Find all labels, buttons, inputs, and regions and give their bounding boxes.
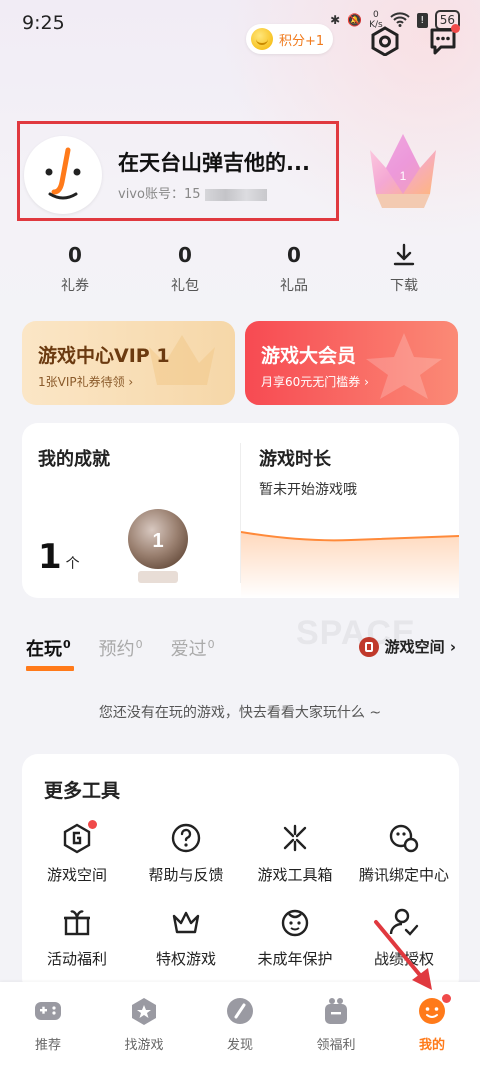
- nav-find-games[interactable]: 找游戏: [104, 996, 184, 1053]
- tencent-binding-icon: [388, 822, 420, 854]
- toolbox-icon: [279, 822, 311, 854]
- svg-text:1: 1: [400, 169, 407, 183]
- playtime-title[interactable]: 游戏时长: [259, 445, 331, 471]
- nav-welfare[interactable]: 领福利: [296, 996, 376, 1053]
- stat-gift-packs[interactable]: 0 礼包: [150, 243, 220, 295]
- annotation-arrow: [374, 920, 432, 990]
- playtime-subtitle: 暂未开始游戏哦: [259, 482, 357, 498]
- tab-playing[interactable]: 在玩0: [26, 635, 74, 671]
- stat-coupons[interactable]: 0 礼券: [40, 243, 110, 295]
- welfare-icon: [321, 996, 351, 1026]
- empty-state-text: 您还没有在玩的游戏，快去看看大家玩什么 ~: [98, 705, 382, 721]
- tool-game-toolbox[interactable]: 游戏工具箱: [240, 822, 350, 885]
- gift-icon: [61, 906, 93, 938]
- profile-name[interactable]: 在天台山弹吉他的...: [118, 147, 310, 177]
- tab-played[interactable]: 爱过0: [171, 635, 215, 661]
- achievement-card: 我的成就 1 个 1 游戏时长 暂未开始游戏哦: [22, 423, 459, 598]
- game-space-link[interactable]: 游戏空间 ›: [358, 636, 456, 657]
- crown-icon: [170, 906, 202, 938]
- points-label: 积分+1: [279, 33, 325, 49]
- achievement-count: 1 个: [38, 537, 80, 577]
- tool-game-space[interactable]: 游戏空间: [22, 820, 132, 885]
- tool-minor-protection[interactable]: 未成年保护: [240, 906, 350, 969]
- game-space-logo-icon: [358, 636, 379, 657]
- bluetooth-icon: ✱: [330, 13, 341, 27]
- help-icon: [170, 822, 202, 854]
- playtime-curve: [241, 531, 459, 598]
- account-id: vivo账号：15: [118, 183, 267, 202]
- mute-icon: 🔕: [347, 13, 363, 27]
- gamepad-icon: [33, 996, 63, 1026]
- vip-card[interactable]: 游戏中心VIP 1 1张VIP礼券待领 ›: [22, 321, 235, 405]
- tools-title: 更多工具: [44, 780, 121, 802]
- nav-mine[interactable]: 我的: [392, 994, 472, 1053]
- discover-icon: [225, 996, 255, 1026]
- game-space-icon: [61, 820, 97, 854]
- stat-downloads[interactable]: 下载: [369, 243, 439, 295]
- masked-account: [204, 188, 267, 201]
- points-badge[interactable]: 积分+1: [246, 24, 334, 54]
- medal-icon[interactable]: 1: [118, 501, 198, 589]
- tool-privilege-games[interactable]: 特权游戏: [131, 906, 241, 969]
- avatar[interactable]: [24, 136, 102, 214]
- bottom-nav: 推荐 找游戏 发现 领福利 我的: [0, 982, 480, 1066]
- message-badge: [451, 24, 460, 33]
- svg-text:1: 1: [152, 530, 163, 552]
- tool-activity-welfare[interactable]: 活动福利: [22, 906, 132, 969]
- status-bar: 9:25 ✱ 🔕 0 K/s ! 56: [0, 0, 480, 44]
- member-card[interactable]: 游戏大会员 月享60元无门槛券 ›: [245, 321, 458, 405]
- sim-icon: !: [416, 12, 428, 28]
- game-tabs: 在玩0 预约0 爱过0: [26, 635, 215, 671]
- settings-icon[interactable]: [370, 26, 400, 57]
- mine-face-icon: [417, 994, 451, 1026]
- find-games-icon: [129, 996, 159, 1026]
- tool-help-feedback[interactable]: 帮助与反馈: [131, 822, 241, 885]
- achievement-title[interactable]: 我的成就: [38, 445, 110, 471]
- status-time: 9:25: [22, 12, 65, 34]
- coin-icon: [251, 28, 273, 50]
- nav-discover[interactable]: 发现: [200, 996, 280, 1053]
- tool-tencent-binding[interactable]: 腾讯绑定中心: [349, 822, 459, 885]
- child-face-icon: [279, 906, 311, 938]
- message-icon[interactable]: [428, 24, 460, 56]
- stat-gifts[interactable]: 0 礼品: [259, 243, 329, 295]
- tab-reserved[interactable]: 预约0: [99, 635, 143, 661]
- vip-crown-icon[interactable]: 1: [366, 128, 440, 212]
- download-icon: [393, 243, 415, 266]
- nav-recommend[interactable]: 推荐: [8, 996, 88, 1053]
